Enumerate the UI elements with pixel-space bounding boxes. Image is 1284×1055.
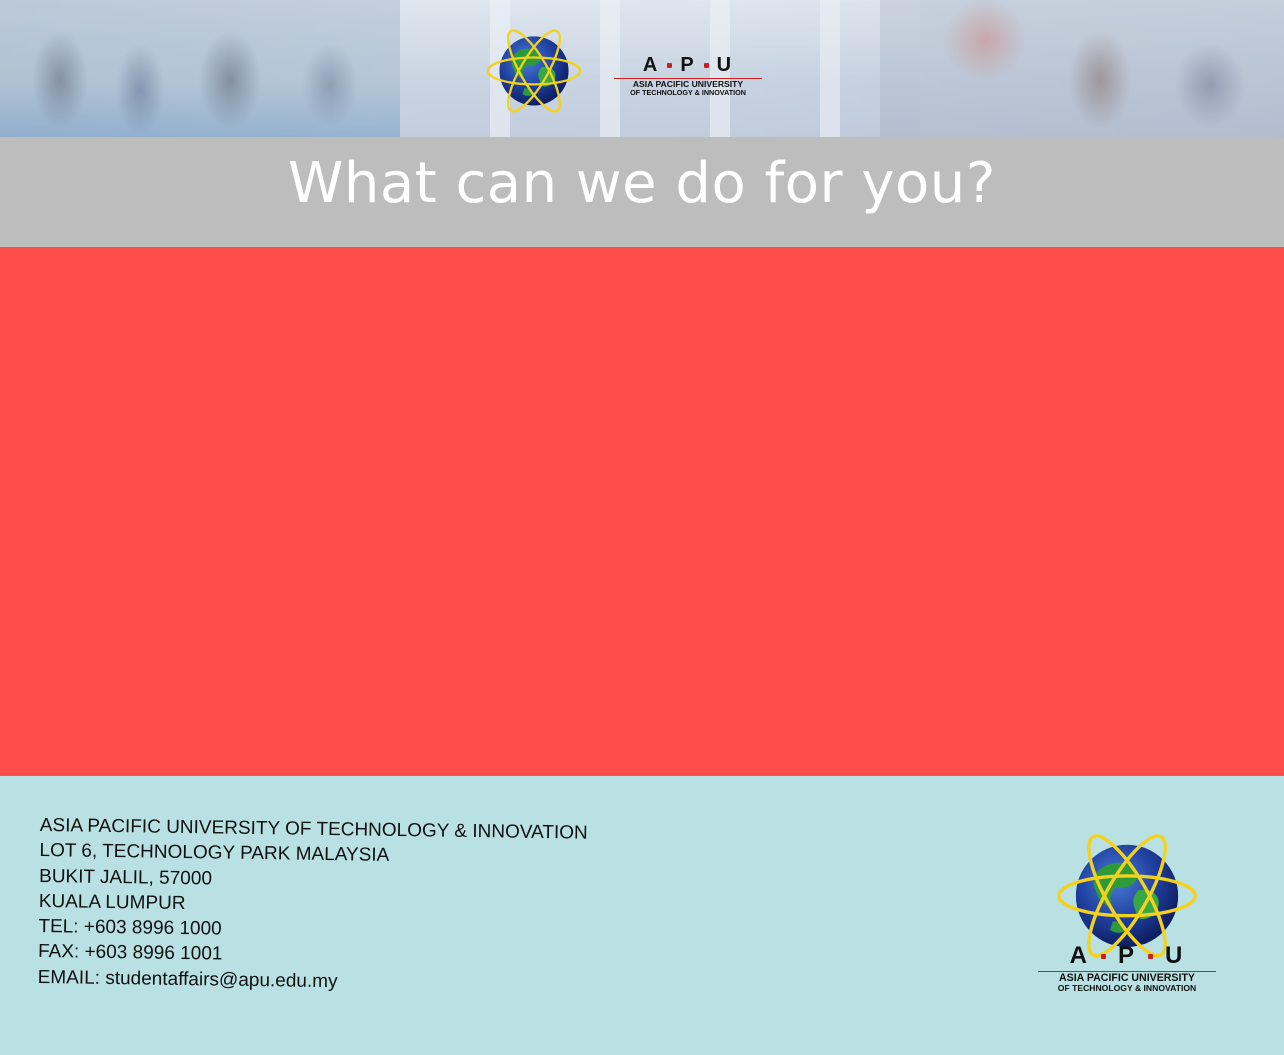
brand-letter: A bbox=[1069, 942, 1089, 969]
contact-address: ASIA PACIFIC UNIVERSITY OF TECHNOLOGY & … bbox=[38, 813, 588, 998]
brand-line-2: OF TECHNOLOGY & INNOVATION bbox=[630, 88, 746, 98]
brand-dot bbox=[667, 63, 673, 68]
apu-wordmark-bottom: A P U ASIA PACIFIC UNIVERSITY OF TECHNOL… bbox=[1036, 942, 1218, 994]
brand-letter: A bbox=[642, 54, 660, 76]
footer: ASIA PACIFIC UNIVERSITY OF TECHNOLOGY & … bbox=[0, 776, 1284, 1055]
brand-letter: U bbox=[716, 54, 734, 76]
brand-letter: P bbox=[1117, 942, 1136, 969]
page-title: What can we do for you? bbox=[288, 151, 996, 216]
title-bar: What can we do for you? bbox=[0, 137, 1284, 247]
brand-dot bbox=[1100, 953, 1106, 959]
brand-letter: U bbox=[1165, 942, 1185, 969]
banner-photo-dancers bbox=[0, 0, 400, 137]
header-banner: A P U ASIA PACIFIC UNIVERSITY OF TECHNOL… bbox=[0, 0, 1284, 137]
globe-atom-logo-icon bbox=[486, 29, 582, 113]
brand-letter: P bbox=[680, 54, 696, 76]
banner-photo-basketball bbox=[880, 0, 1284, 137]
content-area bbox=[0, 247, 1284, 776]
apu-wordmark-top: A P U ASIA PACIFIC UNIVERSITY OF TECHNOL… bbox=[612, 54, 764, 98]
brand-dot bbox=[703, 63, 709, 68]
brand-dot bbox=[1148, 953, 1153, 959]
brand-line-2: OF TECHNOLOGY & INNOVATION bbox=[1057, 983, 1197, 994]
